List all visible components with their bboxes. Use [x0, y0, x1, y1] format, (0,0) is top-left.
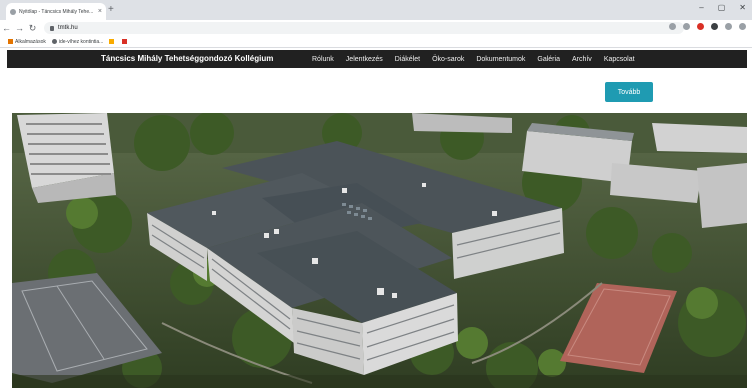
menu-diakelet[interactable]: Diákélet: [395, 56, 420, 63]
minimize-button[interactable]: –: [699, 3, 703, 12]
menu-archiv[interactable]: Archív: [572, 56, 592, 63]
profile-icon[interactable]: [725, 23, 732, 30]
site-brand[interactable]: Táncsics Mihály Tehetséggondozó Kollégiu…: [101, 50, 273, 68]
forward-icon[interactable]: →: [13, 23, 26, 33]
main-menu: Rólunk Jelentkezés Diákélet Öko-sarok Do…: [312, 50, 635, 68]
folder-icon: [109, 39, 115, 44]
bookmark-icon: [51, 39, 57, 44]
lock-icon: [50, 25, 54, 31]
bookmark-gmail[interactable]: [122, 39, 129, 44]
site-navbar: Táncsics Mihály Tehetséggondozó Kollégiu…: [7, 50, 747, 68]
bookmarks-bar: Alkalmazások ide-víhez kontintia...: [0, 36, 752, 48]
hero-image: [12, 113, 747, 388]
new-tab-button[interactable]: +: [108, 4, 114, 16]
menu-kapcsolat[interactable]: Kapcsolat: [604, 56, 635, 63]
url-text: tmtk.hu: [58, 25, 78, 31]
menu-oko-sarok[interactable]: Öko-sarok: [432, 56, 464, 63]
menu-icon[interactable]: [739, 23, 746, 30]
menu-rolunk[interactable]: Rólunk: [312, 56, 334, 63]
back-icon[interactable]: ←: [0, 23, 13, 33]
window-controls: – ▢ ✕: [699, 3, 746, 12]
zoom-icon[interactable]: [669, 23, 676, 30]
tab-strip: Nyitólap - Táncsics Mihály Tehe... × + –…: [0, 0, 752, 20]
reload-icon[interactable]: ↻: [26, 23, 39, 34]
favicon-icon: [10, 8, 16, 15]
close-tab-icon[interactable]: ×: [98, 8, 102, 15]
menu-galeria[interactable]: Galéria: [537, 56, 560, 63]
browser-window: Nyitólap - Táncsics Mihály Tehe... × + –…: [0, 0, 752, 388]
bookmark-item[interactable]: ide-víhez kontintia...: [51, 38, 104, 45]
address-bar[interactable]: tmtk.hu: [44, 22, 684, 34]
apps-icon: [8, 39, 13, 44]
browser-tab[interactable]: Nyitólap - Táncsics Mihály Tehe... ×: [6, 3, 106, 20]
toolbar-icons: [669, 23, 746, 30]
maximize-button[interactable]: ▢: [718, 3, 726, 12]
menu-dokumentumok[interactable]: Dokumentumok: [476, 56, 525, 63]
browser-toolbar: ← → ↻ tmtk.hu: [0, 20, 752, 36]
star-icon[interactable]: [683, 23, 690, 30]
puzzle-icon[interactable]: [711, 23, 718, 30]
tab-title: Nyitólap - Táncsics Mihály Tehe...: [19, 8, 94, 15]
extension-icon[interactable]: [697, 23, 704, 30]
bookmark-label: Alkalmazások: [15, 38, 46, 45]
bookmark-label: ide-víhez kontintia...: [58, 38, 104, 45]
gmail-icon: [122, 39, 128, 44]
close-window-button[interactable]: ✕: [739, 3, 746, 12]
tovabb-button[interactable]: Tovább: [605, 82, 653, 102]
campus-photo: [12, 113, 747, 388]
menu-jelentkezes[interactable]: Jelentkezés: [346, 56, 383, 63]
bookmark-apps[interactable]: Alkalmazások: [8, 39, 46, 45]
bookmark-folder[interactable]: [109, 39, 116, 44]
